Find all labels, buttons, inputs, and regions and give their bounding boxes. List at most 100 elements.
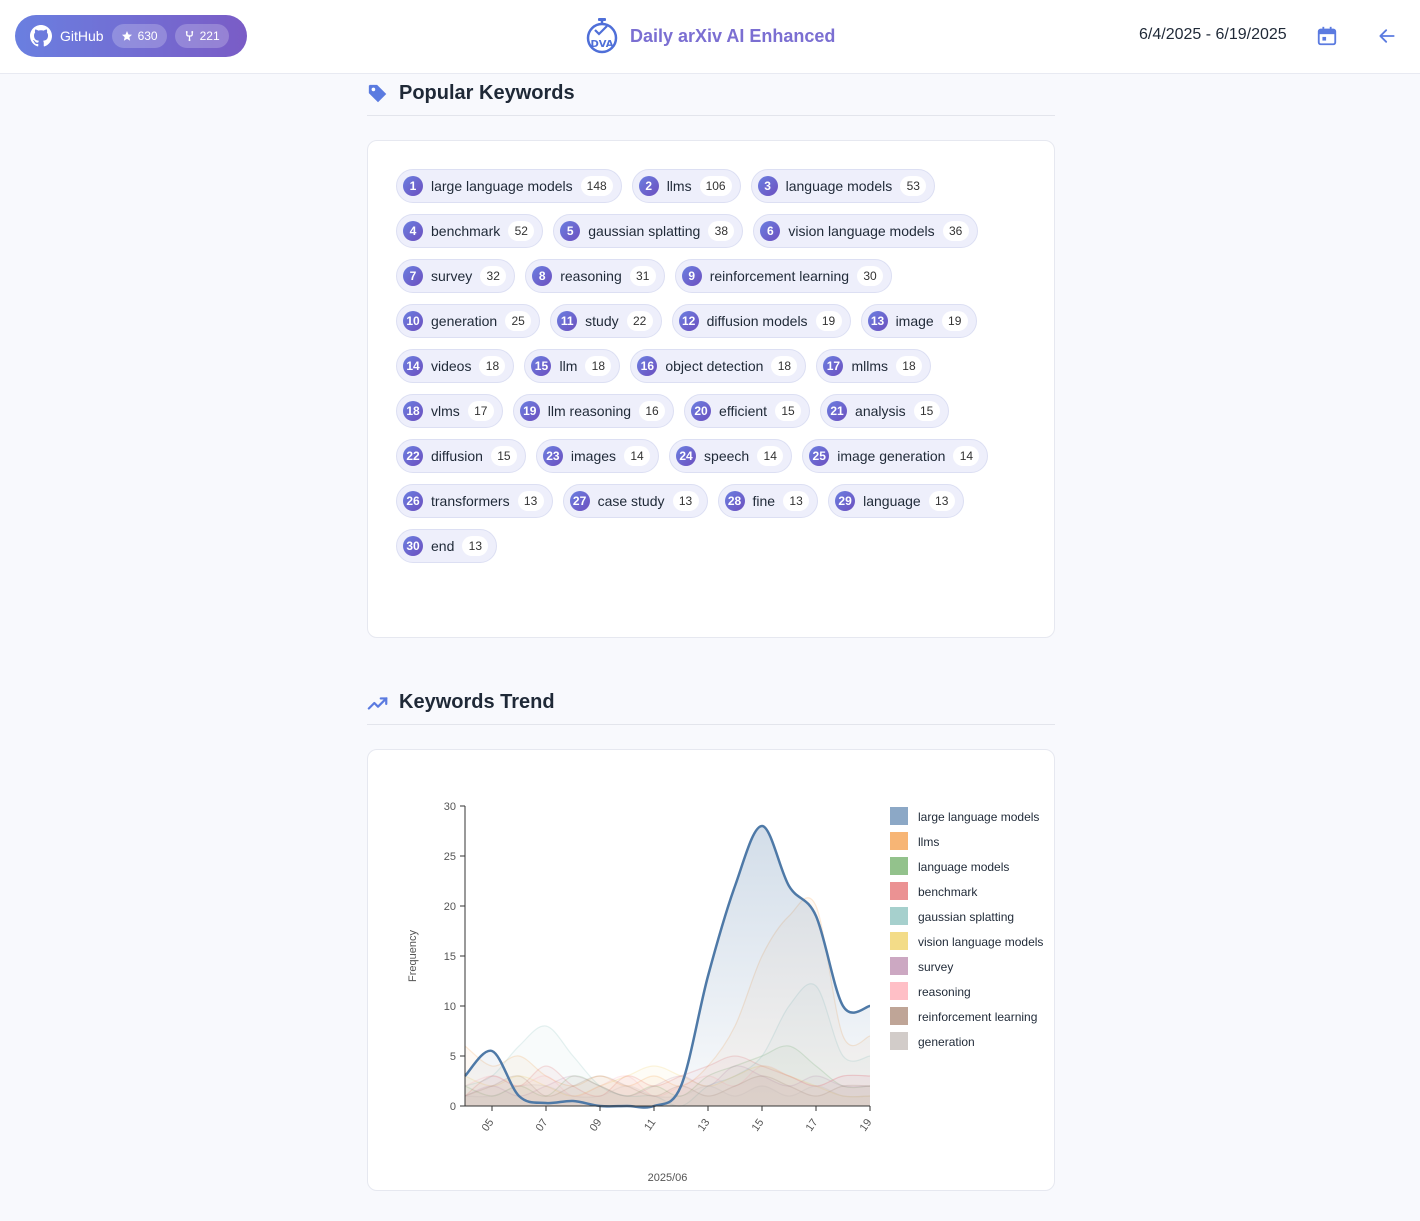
keyword-rank: 5 [560,221,581,241]
keyword-label: language [863,493,921,509]
y-tick-label: 10 [444,1001,456,1013]
keyword-chip[interactable]: 10 generation 25 [396,304,541,338]
github-label: GitHub [60,28,104,44]
keyword-count: 13 [462,536,489,556]
keyword-chip[interactable]: 22 diffusion 15 [396,439,526,473]
legend-swatch [890,807,908,825]
keyword-rank: 3 [757,176,778,196]
keywords-trend-heading: Keywords Trend [367,681,1055,725]
keyword-rank: 12 [678,311,699,331]
keyword-chip[interactable]: 24 speech 14 [669,439,793,473]
keyword-rank: 4 [403,221,423,241]
brand[interactable]: DVA Daily arXiv AI Enhanced [584,16,835,56]
keyword-count: 15 [490,446,517,466]
keyword-count: 22 [626,311,653,331]
keyword-chip[interactable]: 18 vlms 17 [396,394,503,428]
keyword-chip[interactable]: 30 end 13 [396,529,498,563]
legend-swatch [890,1032,908,1050]
keyword-chip[interactable]: 27 case study 13 [562,484,708,518]
legend-label: language models [918,860,1009,874]
keyword-chip[interactable]: 17 mllms 18 [816,349,931,383]
keyword-chip[interactable]: 13 image 19 [860,304,977,338]
tag-icon [368,84,387,102]
keyword-label: benchmark [431,223,501,239]
calendar-icon[interactable] [1316,25,1338,52]
legend-label: large language models [918,810,1039,824]
keyword-chip[interactable]: 14 videos 18 [396,349,515,383]
arrow-left-icon[interactable] [1377,26,1397,51]
legend-swatch [890,882,908,900]
popular-keywords-card: 1 large language models 148 2 llms 106 3 langua… [367,140,1055,638]
y-tick-label: 0 [450,1101,456,1113]
y-tick-label: 20 [444,901,456,913]
keyword-rank: 20 [691,401,712,421]
legend-label: vision language models [918,935,1043,949]
keyword-count: 16 [639,401,666,421]
keyword-label: efficient [719,403,768,419]
keywords-trend-card: 0 5 10 15 20 25 30 05 07 09 11 13 15 17 19 Frequency 202… [367,749,1055,1191]
keyword-chip[interactable]: 8 reasoning 31 [525,259,665,293]
keyword-label: llm [559,358,578,374]
keyword-chip[interactable]: 5 gaussian splatting 38 [553,214,744,248]
keyword-count: 52 [508,221,535,241]
legend-label: survey [918,960,953,974]
keyword-label: gaussian splatting [588,223,701,239]
keyword-chip[interactable]: 1 large language models 148 [396,169,622,203]
keyword-chip[interactable]: 9 reinforcement learning 30 [674,259,893,293]
github-link[interactable]: GitHub 630 221 [15,15,247,57]
keyword-count: 36 [942,221,969,241]
keyword-count: 14 [757,446,784,466]
chart-legend: large language models llms language models… [890,807,1043,1050]
keyword-chip[interactable]: 21 analysis 15 [820,394,949,428]
keyword-chip[interactable]: 2 llms 106 [631,169,741,203]
legend-swatch [890,907,908,925]
keyword-chip[interactable]: 20 efficient 15 [684,394,811,428]
keywords-trend-title: Keywords Trend [399,691,555,713]
legend-label: reinforcement learning [918,1010,1037,1024]
keyword-rank: 6 [760,221,781,241]
keyword-label: diffusion [431,448,483,464]
keyword-rank: 18 [403,401,423,421]
keyword-chip[interactable]: 29 language 13 [828,484,964,518]
keyword-rank: 29 [835,491,856,511]
legend-swatch [890,1007,908,1025]
keyword-chip[interactable]: 26 transformers 13 [396,484,553,518]
keyword-chip[interactable]: 7 survey 32 [396,259,516,293]
keyword-chip[interactable]: 23 images 14 [535,439,660,473]
x-tick-label: 09 [588,1117,605,1134]
keyword-chip[interactable]: 6 vision language models 36 [753,214,978,248]
keyword-chip[interactable]: 15 llm 18 [524,349,621,383]
keyword-chip[interactable]: 28 fine 13 [717,484,819,518]
keyword-rank: 15 [531,356,552,376]
keyword-label: diffusion models [706,313,808,329]
x-tick-label: 15 [750,1117,767,1134]
keyword-count: 13 [783,491,810,511]
keyword-label: speech [704,448,750,464]
keyword-label: image generation [837,448,946,464]
keyword-chip[interactable]: 11 study 22 [550,304,662,338]
keyword-label: transformers [431,493,510,509]
keyword-count: 18 [479,356,506,376]
keyword-chip[interactable]: 16 object detection 18 [630,349,807,383]
keyword-count: 15 [913,401,940,421]
keyword-chip[interactable]: 25 image generation 14 [802,439,989,473]
x-axis-label: 2025/06 [648,1172,688,1184]
keyword-chip[interactable]: 3 language models 53 [750,169,936,203]
keyword-rank: 17 [823,356,844,376]
github-stars-badge: 630 [111,24,167,48]
keyword-chip[interactable]: 12 diffusion models 19 [671,304,851,338]
keyword-rank: 22 [403,446,423,466]
keyword-rank: 27 [569,491,590,511]
keyword-chip[interactable]: 19 llm reasoning 16 [512,394,675,428]
keyword-count: 32 [480,266,507,286]
popular-keywords-heading: Popular Keywords [367,72,1055,116]
keyword-rank: 13 [867,311,888,331]
keyword-label: fine [752,493,776,509]
top-header: GitHub 630 221 DVA Daily arXiv AI Enhanc… [0,0,1420,74]
keyword-count: 148 [580,176,613,196]
keyword-count: 38 [708,221,735,241]
keyword-label: videos [431,358,472,374]
legend-label: benchmark [918,885,978,899]
github-forks-badge: 221 [174,24,229,48]
keyword-chip[interactable]: 4 benchmark 52 [396,214,544,248]
